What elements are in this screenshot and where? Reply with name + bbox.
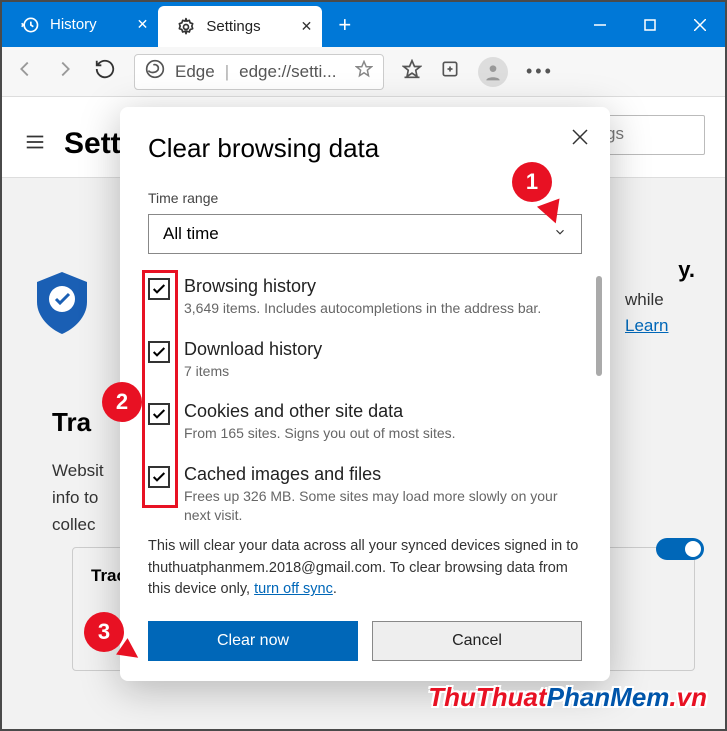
chevron-down-icon (553, 224, 567, 244)
time-range-select[interactable]: All time (148, 214, 582, 254)
tab-close-icon[interactable]: ✕ (137, 16, 149, 33)
option-download-history[interactable]: Download history7 items (148, 339, 582, 382)
tracking-toggle[interactable] (656, 538, 704, 560)
tab-history[interactable]: History ✕ (2, 2, 158, 47)
privacy-text: while Learn (625, 287, 695, 338)
tab-label: History (50, 16, 97, 33)
option-browsing-history[interactable]: Browsing history3,649 items. Includes au… (148, 276, 582, 319)
address-app-label: Edge (175, 62, 215, 82)
privacy-heading: y. (678, 257, 695, 283)
turn-off-sync-link[interactable]: turn off sync (254, 581, 333, 597)
options-list: Browsing history3,649 items. Includes au… (148, 276, 582, 526)
browser-toolbar: Edge | edge://setti... ••• (2, 47, 725, 97)
scrollbar-thumb[interactable] (596, 276, 602, 376)
collections-icon[interactable] (440, 59, 460, 84)
profile-avatar[interactable] (478, 57, 508, 87)
dialog-title: Clear browsing data (148, 133, 582, 164)
annotation-badge-3: 3 (84, 612, 124, 652)
annotation-badge-1: 1 (512, 162, 552, 202)
cancel-button[interactable]: Cancel (372, 621, 582, 661)
close-icon[interactable] (572, 129, 588, 150)
tracking-title: Tra (52, 407, 91, 438)
history-icon (20, 15, 40, 35)
minimize-button[interactable] (575, 2, 625, 47)
settings-search[interactable]: gs (595, 115, 705, 155)
option-cookies[interactable]: Cookies and other site dataFrom 165 site… (148, 401, 582, 444)
window-close-button[interactable] (675, 2, 725, 47)
window-titlebar: History ✕ Settings ✕ + (2, 2, 725, 47)
tab-close-icon[interactable]: ✕ (301, 18, 313, 35)
annotation-highlight-box (142, 270, 178, 508)
star-icon[interactable] (355, 60, 373, 83)
favorites-icon[interactable] (402, 59, 422, 84)
more-menu-icon[interactable]: ••• (526, 61, 554, 82)
forward-button[interactable] (54, 58, 76, 85)
annotation-badge-2: 2 (102, 382, 142, 422)
hamburger-icon[interactable] (24, 131, 46, 158)
tab-settings[interactable]: Settings ✕ (158, 6, 322, 47)
shield-icon (32, 267, 92, 337)
reload-button[interactable] (94, 58, 116, 85)
back-button[interactable] (14, 58, 36, 85)
new-tab-button[interactable]: + (322, 2, 367, 47)
watermark: ThuThuatPhanMem.vn (428, 682, 707, 713)
sync-note: This will clear your data across all you… (148, 536, 582, 601)
clear-now-button[interactable]: Clear now (148, 621, 358, 661)
learn-link[interactable]: Learn (625, 316, 668, 335)
address-url: edge://setti... (239, 62, 336, 82)
tab-label: Settings (206, 18, 260, 35)
edge-logo-icon (145, 59, 165, 84)
address-bar[interactable]: Edge | edge://setti... (134, 54, 384, 90)
option-cache[interactable]: Cached images and filesFrees up 326 MB. … (148, 464, 582, 526)
maximize-button[interactable] (625, 2, 675, 47)
gear-icon (176, 17, 196, 37)
